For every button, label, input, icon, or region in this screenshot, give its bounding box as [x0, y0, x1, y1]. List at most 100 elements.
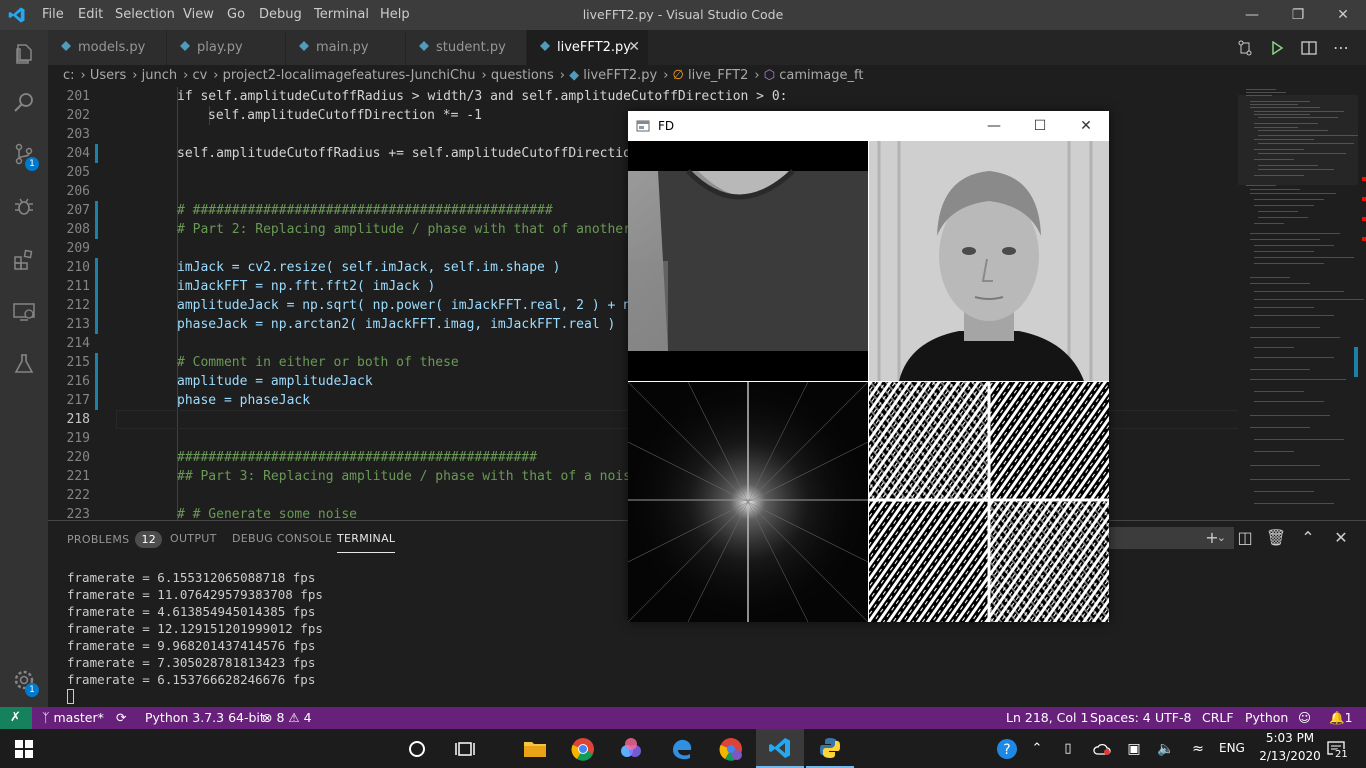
split-editor-icon[interactable]	[1293, 30, 1325, 65]
problems-status[interactable]: ⊗ 8 ⚠ 4	[262, 707, 312, 729]
breadcrumb-item[interactable]: camimage_ft	[779, 68, 863, 83]
menu-go[interactable]: Go	[227, 0, 245, 30]
python-taskbar-icon[interactable]	[806, 729, 854, 768]
open-changes-icon[interactable]	[1229, 30, 1261, 65]
tab-play-py[interactable]: play.py	[167, 30, 286, 65]
branch-status[interactable]: ᛉ master*	[42, 707, 104, 729]
tab-output[interactable]: OUTPUT	[170, 532, 217, 545]
remote-explorer-icon[interactable]	[0, 288, 48, 336]
tab-models-py[interactable]: models.py	[48, 30, 167, 65]
help-icon[interactable]: ?	[990, 729, 1024, 768]
battery-icon[interactable]: ▯	[1054, 729, 1082, 768]
clock-time[interactable]: 5:03 PM	[1261, 731, 1319, 745]
title-bar: File Edit Selection View Go Debug Termin…	[0, 0, 1366, 30]
kill-terminal-icon[interactable]: 🗑	[1264, 527, 1288, 549]
menu-view[interactable]: View	[183, 0, 214, 30]
cortana-icon[interactable]	[393, 729, 441, 768]
code-line: # Comment in either or both of these	[177, 355, 459, 370]
file-explorer-icon[interactable]	[511, 729, 559, 768]
chrome-profile-icon[interactable]	[707, 729, 755, 768]
line-ending[interactable]: CRLF	[1202, 707, 1234, 729]
line-number: 205	[66, 165, 90, 180]
wifi-icon[interactable]: ≈	[1184, 729, 1212, 768]
remote-indicator[interactable]: ✗	[0, 707, 32, 729]
menu-edit[interactable]: Edit	[78, 0, 103, 30]
debug-icon[interactable]	[0, 182, 48, 230]
clock-date[interactable]: 2/13/2020	[1255, 749, 1325, 763]
line-number: 207	[66, 203, 90, 218]
breadcrumb-item[interactable]: live_FFT2	[688, 68, 748, 83]
line-number: 211	[66, 279, 90, 294]
windows-start-icon[interactable]	[0, 729, 48, 768]
app-icon[interactable]	[607, 729, 655, 768]
minimap[interactable]	[1238, 87, 1366, 520]
maximize-panel-icon[interactable]: ⌃	[1296, 527, 1320, 549]
breadcrumb-item[interactable]: questions	[491, 68, 554, 83]
breadcrumb-item[interactable]: project2-localimagefeatures-JunchiChu	[223, 68, 476, 83]
breadcrumb-item[interactable]: liveFFT2.py	[583, 68, 657, 83]
extensions-icon[interactable]	[0, 236, 48, 284]
portrait-image	[869, 141, 1109, 381]
network-status-icon[interactable]: ▣	[1120, 729, 1148, 768]
problems-count-badge: 12	[135, 531, 163, 548]
vscode-taskbar-icon[interactable]	[756, 729, 804, 768]
chrome-icon[interactable]	[559, 729, 607, 768]
notifications[interactable]: 🔔1	[1329, 707, 1353, 729]
sync-icon[interactable]: ⟳	[116, 707, 126, 729]
minimize-button[interactable]: —	[1229, 0, 1275, 30]
menu-terminal[interactable]: Terminal	[314, 0, 369, 30]
breadcrumb-item[interactable]: cv	[192, 68, 207, 83]
line-number: 219	[66, 431, 90, 446]
settings-gear-icon[interactable]: 1	[0, 656, 48, 704]
encoding[interactable]: UTF-8	[1155, 707, 1191, 729]
menu-help[interactable]: Help	[380, 0, 410, 30]
language-mode[interactable]: Python	[1245, 707, 1288, 729]
cloud-sync-icon[interactable]	[1088, 729, 1116, 768]
volume-icon[interactable]: 🔈	[1152, 729, 1180, 768]
tab-livefft2-py[interactable]: liveFFT2.py ✕	[527, 30, 649, 65]
tab-main-py[interactable]: main.py	[286, 30, 406, 65]
action-center-count: 21	[1333, 749, 1350, 760]
search-icon[interactable]	[0, 78, 48, 126]
cursor-position[interactable]: Ln 218, Col 1	[1006, 707, 1088, 729]
source-control-icon[interactable]: 1	[0, 130, 48, 178]
breadcrumb-item[interactable]: c:	[63, 68, 75, 83]
edge-icon[interactable]	[658, 729, 706, 768]
more-actions-icon[interactable]: ⋯	[1325, 30, 1357, 65]
restore-button[interactable]: ❐	[1275, 0, 1321, 30]
menu-debug[interactable]: Debug	[259, 0, 302, 30]
indentation[interactable]: Spaces: 4	[1090, 707, 1151, 729]
python-interpreter[interactable]: Python 3.7.3 64-bit	[145, 707, 265, 729]
code-line: # # Generate some noise	[177, 507, 358, 520]
fd-window[interactable]: FD — ☐ ✕	[628, 111, 1109, 622]
tab-debug-console[interactable]: DEBUG CONSOLE	[232, 532, 332, 545]
tab-close-icon[interactable]: ✕	[628, 30, 640, 65]
code-line: if self.amplitudeCutoffRadius > width/3 …	[177, 89, 788, 104]
menu-file[interactable]: File	[42, 0, 64, 30]
close-panel-icon[interactable]: ✕	[1329, 527, 1353, 549]
close-button[interactable]: ✕	[1320, 0, 1366, 30]
new-terminal-icon[interactable]: +	[1200, 527, 1224, 549]
terminal-cursor[interactable]	[67, 689, 74, 704]
tab-terminal[interactable]: TERMINAL	[337, 532, 396, 553]
line-number: 223	[66, 507, 90, 520]
menu-selection[interactable]: Selection	[115, 0, 175, 30]
input-language[interactable]: ENG	[1219, 741, 1245, 755]
task-view-icon[interactable]	[441, 729, 489, 768]
fd-close-button[interactable]: ✕	[1063, 111, 1109, 141]
warning-icon: ⚠	[288, 710, 300, 725]
test-flask-icon[interactable]	[0, 340, 48, 388]
explorer-icon[interactable]	[0, 30, 48, 78]
fd-window-titlebar[interactable]: FD — ☐ ✕	[628, 111, 1109, 141]
tab-problems[interactable]: PROBLEMS 12	[67, 531, 163, 548]
feedback-icon[interactable]: ☺	[1298, 707, 1311, 729]
fd-minimize-button[interactable]: —	[971, 111, 1017, 141]
tab-student-py[interactable]: student.py	[406, 30, 527, 65]
run-file-icon[interactable]	[1261, 30, 1293, 65]
breadcrumb-item[interactable]: Users	[90, 68, 126, 83]
modified-gutter-marker	[95, 144, 98, 163]
show-hidden-icons-icon[interactable]: ⌃	[1024, 729, 1050, 768]
split-terminal-icon[interactable]: ◫	[1233, 527, 1257, 549]
breadcrumb-item[interactable]: junch	[142, 68, 177, 83]
fd-maximize-button[interactable]: ☐	[1017, 111, 1063, 141]
